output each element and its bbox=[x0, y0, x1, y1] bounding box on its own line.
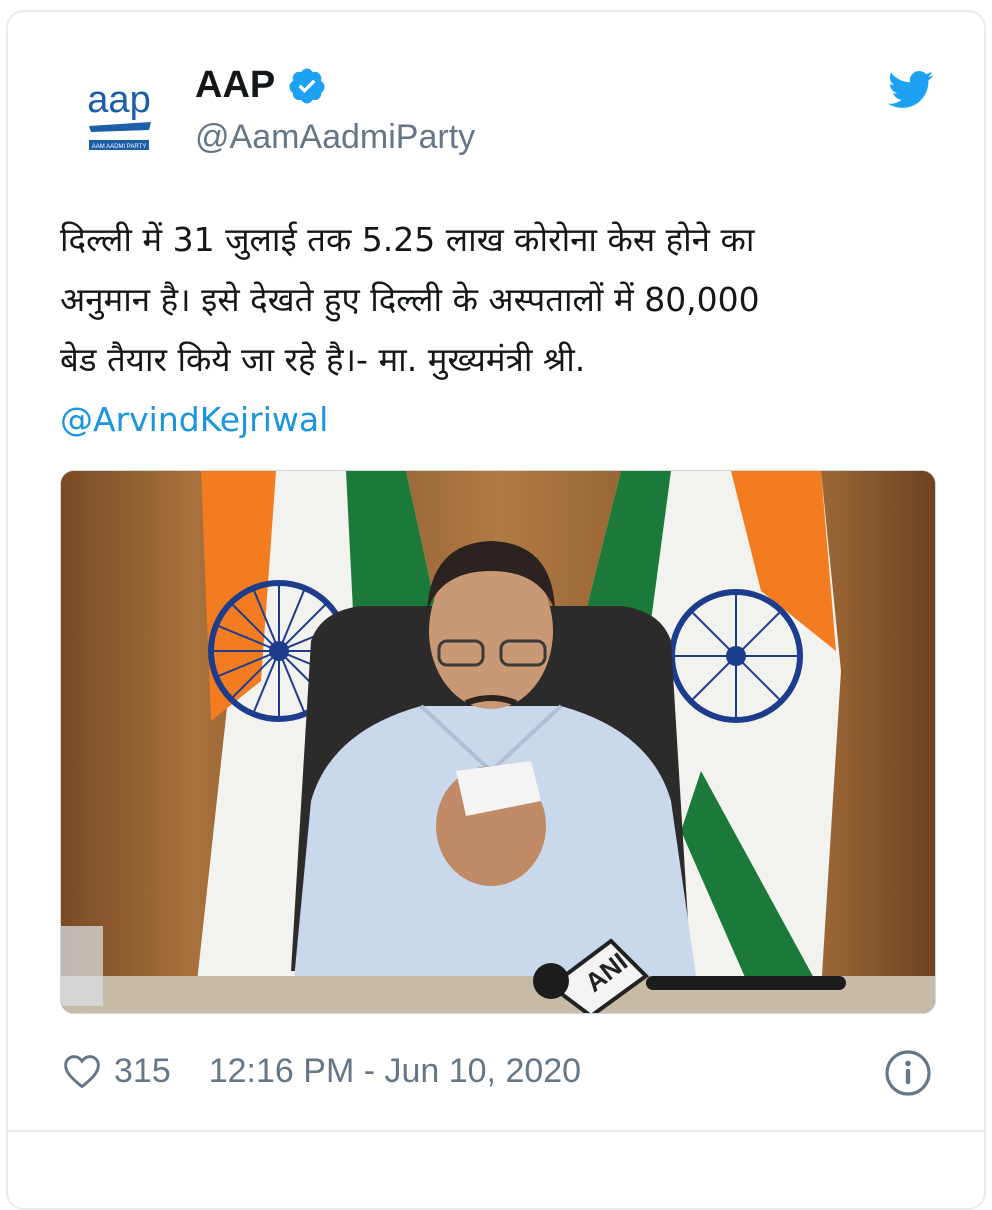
media-image: ANI bbox=[61, 471, 935, 1013]
like-count: 315 bbox=[114, 1051, 171, 1090]
verified-badge-icon bbox=[289, 68, 325, 103]
twitter-bird-icon[interactable] bbox=[888, 70, 934, 110]
tweet-media[interactable]: ANI bbox=[60, 470, 936, 1014]
aap-logo: aap AAM AADMI PARTY bbox=[87, 79, 151, 150]
glass bbox=[61, 926, 103, 1006]
display-name[interactable]: AAP bbox=[195, 64, 275, 107]
timestamp[interactable]: 12:16 PM - Jun 10, 2020 bbox=[209, 1052, 581, 1091]
tweet-footer: 315 12:16 PM - Jun 10, 2020 bbox=[62, 1046, 932, 1096]
logo-subtext: AAM AADMI PARTY bbox=[92, 144, 146, 150]
author-name-row[interactable]: AAP bbox=[195, 64, 327, 107]
info-icon[interactable] bbox=[884, 1049, 932, 1097]
logo-text: aap bbox=[87, 79, 150, 121]
tweet-line: दिल्ली में 31 जुलाई तक 5.25 लाख कोरोना क… bbox=[60, 220, 755, 259]
tweet-line: बेड तैयार किये जा रहे है।- मा. मुख्यमंत्… bbox=[60, 340, 586, 379]
mention-link[interactable]: @ArvindKejriwal bbox=[60, 390, 930, 450]
avatar[interactable]: aap AAM AADMI PARTY bbox=[60, 60, 178, 178]
divider bbox=[6, 1130, 986, 1132]
like-button[interactable]: 315 bbox=[62, 1052, 171, 1091]
heart-icon[interactable] bbox=[62, 1053, 102, 1089]
author-handle[interactable]: @AamAadmiParty bbox=[195, 118, 475, 157]
tweet-text: दिल्ली में 31 जुलाई तक 5.25 लाख कोरोना क… bbox=[60, 210, 930, 450]
tweet-line: अनुमान है। इसे देखते हुए दिल्ली के अस्पत… bbox=[60, 280, 760, 319]
